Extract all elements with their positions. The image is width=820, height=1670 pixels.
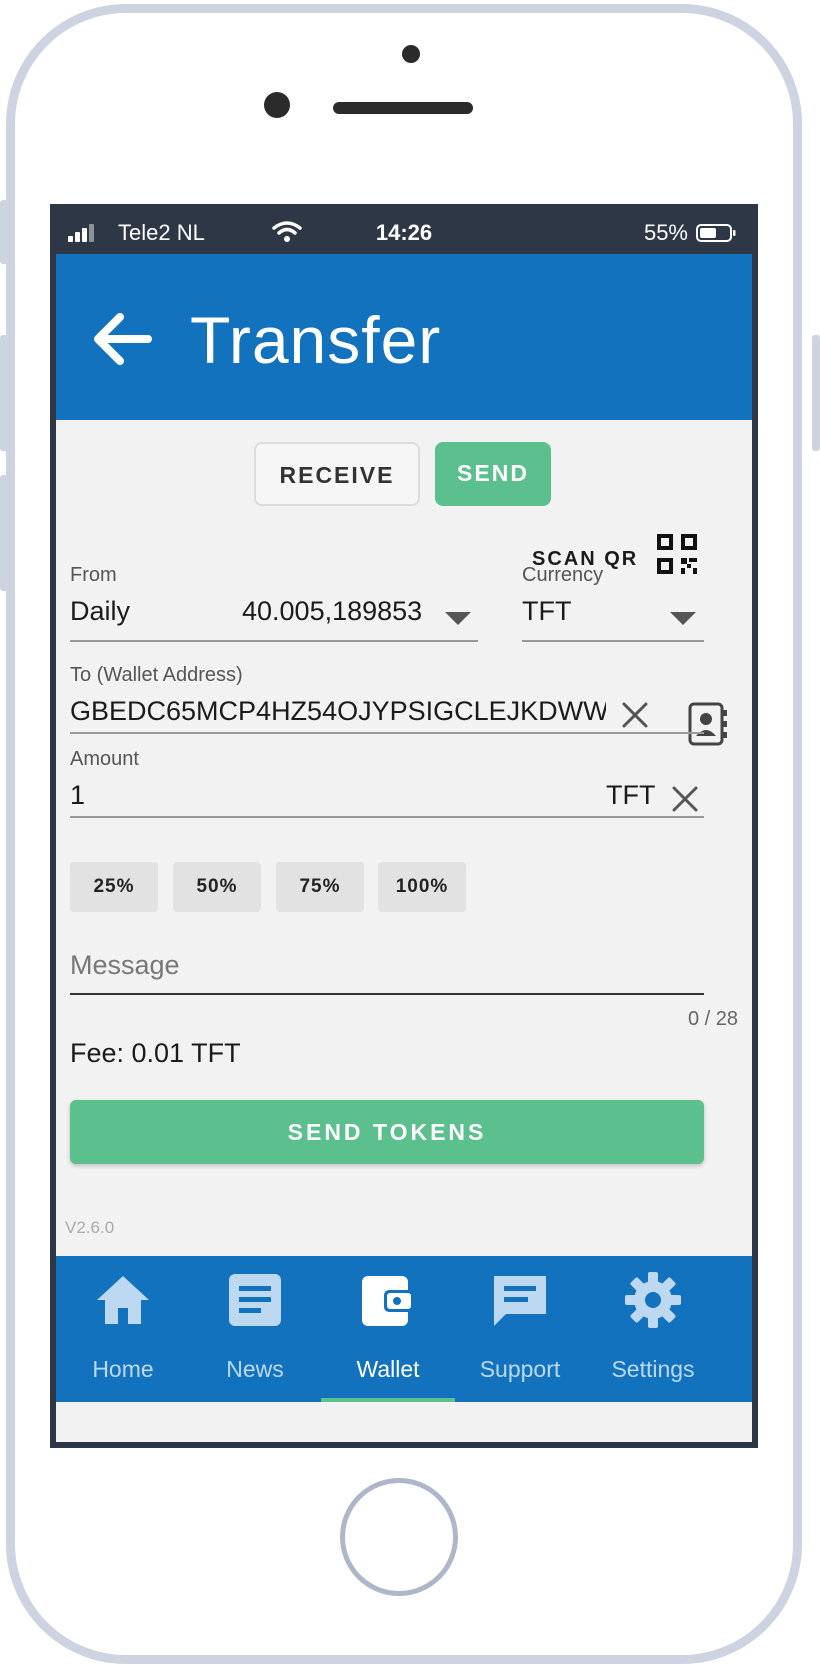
nav-label-news: News (226, 1356, 284, 1382)
amount-underline (70, 816, 704, 818)
nav-label-support: Support (479, 1356, 561, 1382)
back-arrow-icon[interactable] (90, 307, 154, 371)
amount-unit: TFT (606, 780, 656, 810)
home-button[interactable] (340, 1478, 458, 1596)
support-icon (494, 1276, 546, 1326)
currency-dropdown-arrow-icon[interactable] (670, 612, 696, 625)
percent-50-button[interactable]: 50% (173, 862, 261, 912)
nav-item-wallet[interactable]: Wallet (321, 1256, 455, 1402)
wallet-icon (362, 1276, 414, 1326)
active-tab-indicator (321, 1398, 455, 1402)
battery-percentage: 55% (643, 220, 688, 245)
receive-tab-button[interactable]: RECEIVE (254, 442, 420, 506)
nav-item-news[interactable]: News (188, 1256, 322, 1402)
front-camera (264, 92, 290, 118)
currency-value[interactable]: TFT (522, 596, 571, 627)
percent-25-button[interactable]: 25% (70, 862, 158, 912)
qr-code-icon[interactable] (656, 533, 698, 575)
nav-label-settings: Settings (611, 1356, 695, 1382)
home-icon (97, 1276, 149, 1324)
to-address-underline (70, 732, 704, 734)
nav-item-home[interactable]: Home (56, 1256, 190, 1402)
fee-text: Fee: 0.01 TFT (70, 1038, 241, 1068)
clear-address-icon[interactable] (620, 700, 650, 730)
amount-input[interactable]: 1 (70, 780, 85, 811)
to-address-label: To (Wallet Address) (70, 664, 243, 686)
volume-down-button (0, 475, 8, 591)
from-underline (70, 640, 478, 642)
app-screen: Tele2 NL 14:26 55% Transfer RECEIVE SEND… (50, 204, 758, 1448)
app-version: V2.6.0 (65, 1218, 115, 1237)
nav-label-wallet: Wallet (356, 1356, 420, 1382)
app-bar: Transfer (56, 254, 752, 420)
nav-item-settings[interactable]: Settings (586, 1256, 720, 1402)
amount-label: Amount (70, 748, 139, 770)
settings-icon (625, 1272, 681, 1328)
message-input[interactable]: Message (70, 950, 180, 981)
percent-75-button[interactable]: 75% (276, 862, 364, 912)
earpiece-speaker (333, 102, 473, 114)
to-address-input[interactable]: GBEDC65MCP4HZ54OJYPSIGCLEJKDWW (70, 696, 606, 727)
from-dropdown-arrow-icon[interactable] (445, 612, 471, 625)
from-wallet-name[interactable]: Daily (70, 596, 130, 627)
bottom-navigation: Home News Wallet Support Settings (56, 1256, 752, 1402)
page-title: Transfer (190, 303, 442, 377)
percent-100-button[interactable]: 100% (378, 862, 466, 912)
proximity-sensor (402, 45, 420, 63)
message-char-counter: 0 / 28 (687, 1008, 738, 1030)
nav-item-support[interactable]: Support (453, 1256, 587, 1402)
currency-underline (522, 640, 704, 642)
from-wallet-balance[interactable]: 40.005,189853 (242, 596, 422, 627)
currency-label: Currency (522, 564, 604, 586)
nav-label-home: Home (92, 1356, 154, 1382)
send-tokens-button[interactable]: SEND TOKENS (70, 1100, 704, 1164)
news-icon (229, 1274, 281, 1326)
status-bar: Tele2 NL 14:26 55% (56, 210, 752, 254)
power-button (812, 335, 820, 451)
battery-icon (696, 224, 736, 242)
send-tab-button[interactable]: SEND (435, 442, 551, 506)
address-book-icon[interactable] (688, 702, 728, 746)
clear-amount-icon[interactable] (670, 784, 700, 814)
message-underline (70, 993, 704, 995)
volume-up-button (0, 335, 8, 451)
from-label: From (70, 564, 117, 586)
mute-switch (0, 200, 8, 264)
